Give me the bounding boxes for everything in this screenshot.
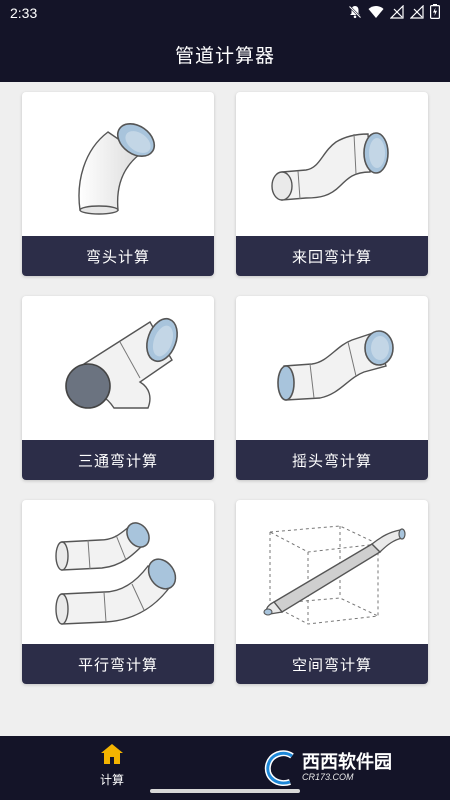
card-label: 空间弯计算 <box>236 644 428 684</box>
card-tee[interactable]: 三通弯计算 <box>22 296 214 480</box>
tee-pipe-icon <box>22 296 214 440</box>
status-time: 2:33 <box>10 5 38 21</box>
page-title: 管道计算器 <box>174 44 275 67</box>
battery-icon <box>430 4 441 22</box>
nav-item-calculate[interactable]: 计算 <box>82 740 142 790</box>
spatial-bend-pipe-icon <box>236 500 428 644</box>
card-parallel-bend[interactable]: 平行弯计算 <box>22 500 214 684</box>
elbow-pipe-icon <box>22 92 214 236</box>
card-label: 来回弯计算 <box>236 236 428 276</box>
card-spatial-bend[interactable]: 空间弯计算 <box>236 500 428 684</box>
rolling-offset-pipe-icon <box>236 296 428 440</box>
offset-bend-pipe-icon <box>236 92 428 236</box>
status-bar: 2:33 <box>0 0 450 26</box>
app-bar: 管道计算器 <box>0 26 450 82</box>
card-elbow[interactable]: 弯头计算 <box>22 92 214 276</box>
nav-item-label: 计算 <box>99 772 124 787</box>
signal-off-icon-2 <box>409 4 424 22</box>
calculator-grid: 弯头计算 来回弯计算 三通弯计算 摇头弯计算 平行弯计算 空间弯计算 <box>0 82 450 736</box>
gesture-handle[interactable] <box>150 789 300 793</box>
home-icon <box>100 743 124 768</box>
watermark-brand: 西西软件园 <box>302 752 392 773</box>
card-label: 平行弯计算 <box>22 644 214 684</box>
watermark-site: CR173.COM <box>302 772 354 782</box>
watermark-emblem <box>262 748 302 788</box>
parallel-bend-pipe-icon <box>22 500 214 644</box>
status-icons <box>348 4 441 22</box>
signal-off-icon <box>389 4 404 22</box>
card-label: 三通弯计算 <box>22 440 214 480</box>
notifications-off-icon <box>348 5 362 22</box>
card-offset-bend[interactable]: 来回弯计算 <box>236 92 428 276</box>
card-rolling-offset[interactable]: 摇头弯计算 <box>236 296 428 480</box>
card-label: 摇头弯计算 <box>236 440 428 480</box>
card-label: 弯头计算 <box>22 236 214 276</box>
wifi-icon <box>368 5 384 22</box>
